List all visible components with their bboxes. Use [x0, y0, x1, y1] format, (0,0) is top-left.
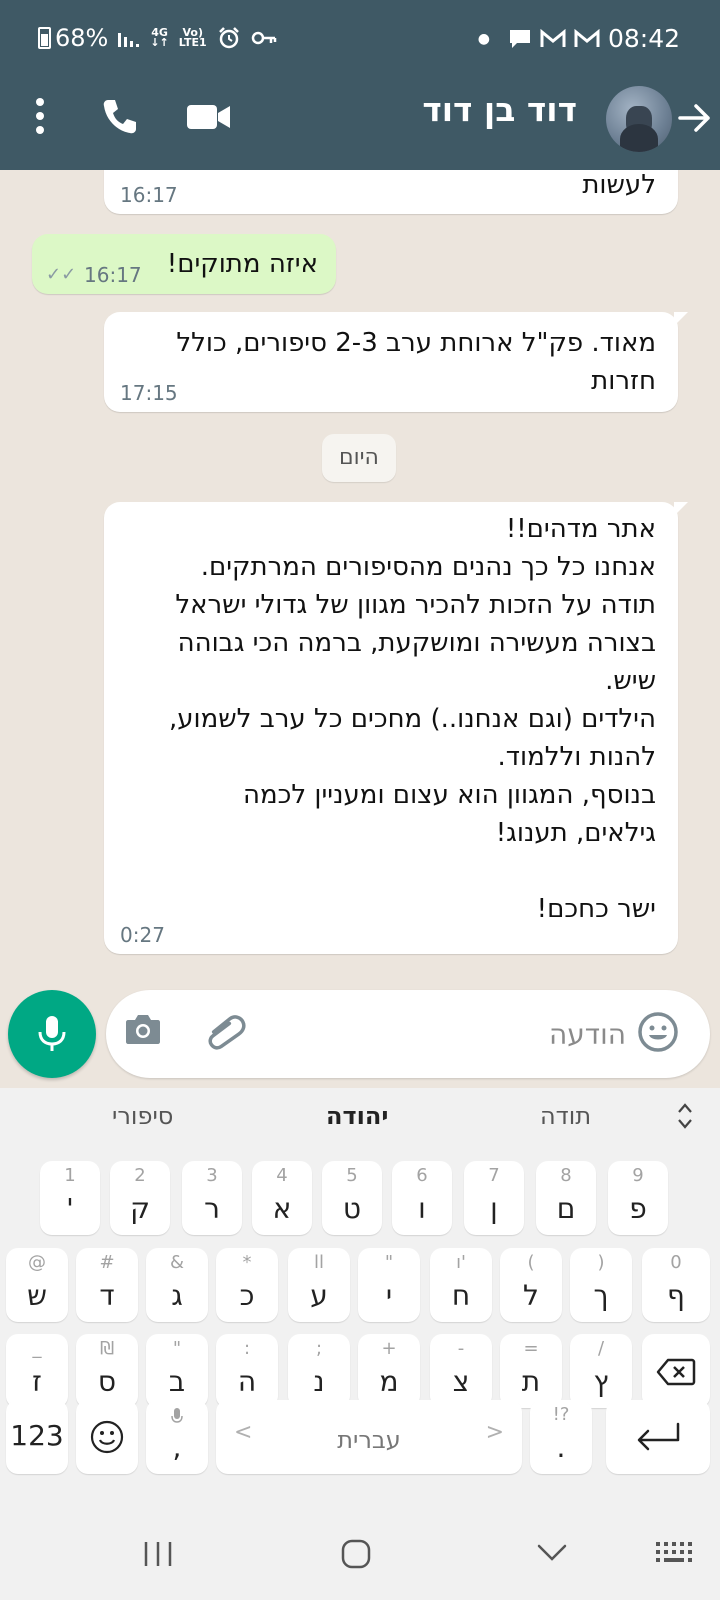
bubble-tail: [674, 312, 688, 326]
message-bubble-incoming[interactable]: מאוד. פק"ל ארוחת ערב 2-3 סיפורים, כולל ח…: [104, 312, 688, 412]
key[interactable]: ) ך: [570, 1248, 632, 1322]
message-time: 16:17: [84, 263, 142, 287]
backspace-icon: [656, 1358, 696, 1386]
chat-header: דוד בן דוד: [0, 80, 720, 170]
suggestion-word[interactable]: תודה: [540, 1102, 591, 1130]
key[interactable]: 0ף: [642, 1248, 710, 1322]
enter-icon: [637, 1422, 680, 1451]
message-text: איזה מתוקים!: [166, 249, 318, 279]
key[interactable]: & ג: [146, 1248, 208, 1322]
message-time: 17:15: [120, 381, 178, 405]
key[interactable]: -צ: [430, 1334, 492, 1408]
attach-icon[interactable]: [204, 1010, 248, 1056]
key[interactable]: 4א: [252, 1161, 312, 1235]
key[interactable]: " י: [358, 1248, 420, 1322]
emoji-key[interactable]: [76, 1400, 138, 1474]
message-text: לעשות: [582, 170, 656, 200]
status-left: 68% 4G ↓↑ Vo) LTE1: [38, 24, 277, 52]
emoji-icon: [90, 1420, 124, 1454]
backspace-key[interactable]: [642, 1334, 710, 1408]
vpn-key-icon: [251, 31, 276, 45]
home-icon[interactable]: [340, 1538, 372, 1570]
numbers-key[interactable]: 123: [6, 1400, 68, 1474]
message-composer: [106, 990, 710, 1078]
bubble-tail: [674, 502, 688, 516]
emoji-icon[interactable]: [636, 1010, 680, 1058]
key[interactable]: 7ן: [464, 1161, 524, 1235]
key[interactable]: " ב: [146, 1334, 208, 1408]
key[interactable]: 6ו: [392, 1161, 452, 1235]
dot-icon: ●: [477, 30, 490, 47]
camera-icon[interactable]: [124, 1012, 162, 1050]
battery-icon: [38, 27, 51, 49]
space-key[interactable]: < עברית >: [216, 1400, 522, 1474]
battery-level: 68%: [55, 24, 109, 52]
chevron-right-icon: >: [485, 1420, 504, 1445]
mic-icon: [38, 1016, 66, 1051]
key[interactable]: / ץ: [570, 1334, 632, 1408]
top-bar: 68% 4G ↓↑ Vo) LTE1 ● 08:42 דוד בן דוד: [0, 0, 720, 170]
keyboard: סיפורי יהודה תודה 9פ 8ם 7ן 6ו 5ט 4א 3ר 2…: [0, 1088, 720, 1520]
enter-key[interactable]: [606, 1400, 710, 1474]
message-bubble-outgoing[interactable]: איזה מתוקים! ✓✓ 16:17: [32, 234, 336, 294]
key[interactable]: # ד: [76, 1248, 138, 1322]
read-receipt-icon: ✓✓: [46, 264, 77, 285]
chat-notification-icon: [509, 29, 530, 48]
key[interactable]: 3ר: [182, 1161, 242, 1235]
video-call-icon[interactable]: [187, 102, 231, 136]
key[interactable]: (ל: [500, 1248, 562, 1322]
key[interactable]: @ ש: [6, 1248, 68, 1322]
key[interactable]: ll ע: [288, 1248, 350, 1322]
message-bubble-incoming[interactable]: אתר מדהים!! אנחנו כל כך נהנים מהסיפורים …: [104, 502, 688, 954]
more-options-icon[interactable]: [22, 94, 58, 142]
hide-keyboard-icon[interactable]: [536, 1542, 568, 1564]
key[interactable]: _ ז: [6, 1334, 68, 1408]
date-separator: היום: [322, 434, 396, 482]
battery-indicator: 68%: [38, 24, 108, 52]
key[interactable]: 8ם: [536, 1161, 596, 1235]
network-type: 4G ↓↑: [150, 26, 169, 49]
message-time: 16:17: [120, 183, 178, 207]
message-text: אתר מדהים!! אנחנו כל כך נהנים מהסיפורים …: [168, 514, 656, 924]
key[interactable]: ₪ ס: [76, 1334, 138, 1408]
volte-indicator: Vo) LTE1: [178, 26, 207, 49]
suggestion-bar: סיפורי יהודה תודה: [0, 1088, 720, 1150]
message-bubble-incoming[interactable]: לעשות 16:17: [104, 170, 678, 214]
key[interactable]: 2ק: [110, 1161, 170, 1235]
expand-suggestions-icon[interactable]: [676, 1102, 694, 1130]
key[interactable]: = ת: [500, 1334, 562, 1408]
key[interactable]: :ה: [216, 1334, 278, 1408]
message-text: מאוד. פק"ל ארוחת ערב 2-3 סיפורים, כולל ח…: [176, 328, 656, 396]
status-bar: 68% 4G ↓↑ Vo) LTE1 ● 08:42: [0, 0, 720, 80]
suggestion-word[interactable]: יהודה: [326, 1102, 388, 1130]
message-time: 0:27: [120, 923, 165, 947]
voice-record-button[interactable]: [8, 990, 96, 1078]
keyboard-icon[interactable]: [654, 1540, 694, 1568]
avatar[interactable]: [606, 86, 672, 152]
period-key[interactable]: !? .: [530, 1400, 592, 1474]
gmail-icon: [540, 28, 566, 47]
key[interactable]: ; נ: [288, 1334, 350, 1408]
key[interactable]: 9פ: [608, 1161, 668, 1235]
suggestion-word[interactable]: סיפורי: [112, 1102, 173, 1130]
key[interactable]: 5ט: [322, 1161, 382, 1235]
phone-icon[interactable]: [100, 96, 140, 140]
message-input[interactable]: [366, 1012, 626, 1056]
chat-area[interactable]: לעשות 16:17 איזה מתוקים! ✓✓ 16:17 מאוד. …: [0, 170, 720, 980]
mic-icon: [171, 1408, 183, 1423]
status-right: ● 08:42: [478, 24, 680, 53]
key[interactable]: 1 ': [40, 1161, 100, 1235]
gmail-icon-2: [574, 28, 600, 47]
contact-name[interactable]: דוד בן דוד: [422, 90, 577, 129]
recent-apps-icon[interactable]: [142, 1540, 174, 1568]
signal-icon: [118, 33, 140, 47]
key[interactable]: + מ: [358, 1334, 420, 1408]
key[interactable]: ו' ח: [430, 1248, 492, 1322]
navigation-bar: [0, 1520, 720, 1600]
comma-key[interactable]: ,: [146, 1400, 208, 1474]
alarm-icon: [218, 27, 239, 49]
clock: 08:42: [607, 24, 680, 53]
key[interactable]: * כ: [216, 1248, 278, 1322]
back-arrow-icon[interactable]: [678, 100, 712, 140]
